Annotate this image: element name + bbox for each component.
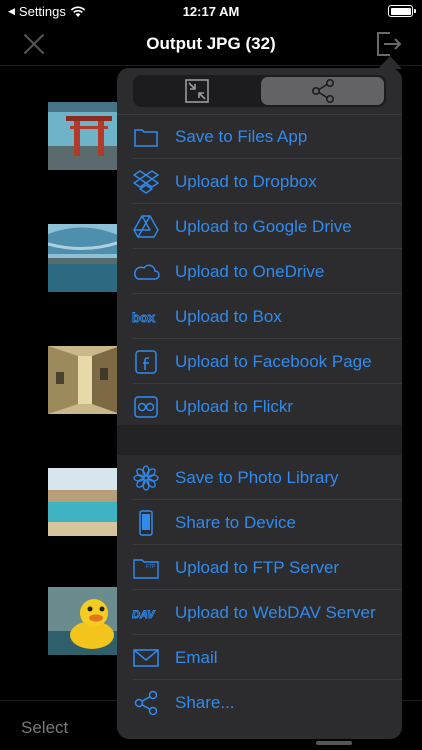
mail-envelope-icon [132,644,160,672]
dropbox-icon [132,168,160,196]
segment-share[interactable] [261,77,384,105]
menu-item-google-drive[interactable]: Upload to Google Drive [117,204,402,249]
menu-item-facebook[interactable]: Upload to Facebook Page [117,339,402,384]
svg-text:DAV: DAV [132,609,156,621]
menu-item-box[interactable]: box Upload to Box [117,294,402,339]
ftp-folder-icon: FTP [132,554,160,582]
photo-thumbnail-lagoon[interactable] [48,468,120,536]
navigation-bar: Output JPG (32) [0,24,422,66]
page-title: Output JPG (32) [146,34,276,53]
menu-item-share-to-device[interactable]: Share to Device [117,500,402,545]
menu-item-ftp[interactable]: FTP Upload to FTP Server [117,545,402,590]
onedrive-cloud-icon [132,258,160,286]
photo-thumbnail-lake[interactable] [48,224,120,292]
menu-item-share[interactable]: Share... [117,680,402,725]
folder-icon [132,123,160,151]
group-separator [117,425,402,455]
menu-item-label: Upload to OneDrive [175,262,325,281]
select-button[interactable]: Select [21,718,68,738]
photo-thumbnail-duck[interactable] [48,587,120,655]
menu-item-label: Upload to FTP Server [175,558,340,577]
menu-item-webdav[interactable]: DAV Upload to WebDAV Server [117,590,402,635]
menu-item-label: Upload to Facebook Page [175,352,372,371]
menu-item-label: Save to Files App [175,127,308,146]
photos-flower-icon [132,464,160,492]
compress-icon [184,79,209,103]
flickr-icon [132,393,160,421]
menu-item-label: Email [175,648,218,667]
facebook-icon [132,348,160,376]
menu-item-label: Upload to Flickr [175,397,294,416]
box-icon: box [132,303,160,331]
menu-item-onedrive[interactable]: Upload to OneDrive [117,249,402,294]
mode-segmented-control [133,75,386,107]
menu-item-label: Save to Photo Library [175,468,339,487]
webdav-icon: DAV [132,599,160,627]
export-icon[interactable] [374,29,402,57]
status-bar: ◀ Settings 12:17 AM [0,0,422,24]
menu-item-label: Upload to WebDAV Server [175,603,376,622]
menu-item-dropbox[interactable]: Upload to Dropbox [117,159,402,204]
menu-item-label: Upload to Dropbox [175,172,317,191]
menu-item-email[interactable]: Email [117,635,402,680]
photo-thumbnail-torii[interactable] [48,102,120,170]
svg-text:FTP: FTP [146,564,156,570]
menu-item-label: Share to Device [175,513,296,532]
share-icon [311,78,334,103]
phone-device-icon [132,509,160,537]
toolbar-handle [316,741,352,745]
menu-item-save-to-files[interactable]: Save to Files App [117,114,402,159]
share-icon [132,689,160,717]
segment-compress[interactable] [135,77,258,105]
share-popover: Save to Files App Upload to Dropbox Uplo… [117,68,402,739]
status-time: 12:17 AM [182,4,240,19]
photo-thumbnail-alley[interactable] [48,346,120,414]
battery-icon [388,5,416,17]
menu-item-label: Upload to Google Drive [175,217,352,236]
menu-item-flickr[interactable]: Upload to Flickr [117,384,402,429]
google-drive-icon [132,213,160,241]
menu-item-label: Upload to Box [175,307,282,326]
menu-item-photo-library[interactable]: Save to Photo Library [117,455,402,500]
menu-item-label: Share... [175,693,235,712]
svg-text:box: box [132,310,156,325]
